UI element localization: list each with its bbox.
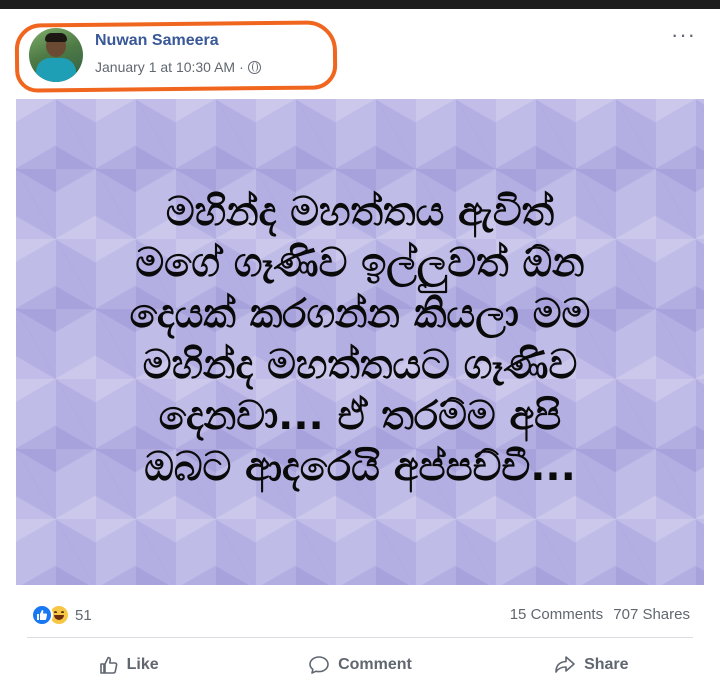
post-stats: 51 15 Comments 707 Shares [13, 591, 707, 635]
like-label: Like [126, 655, 159, 673]
divider [27, 637, 693, 638]
reaction-count: 51 [75, 606, 92, 624]
post-meta: January 1 at 10:30 AM · [95, 59, 261, 75]
globe-icon[interactable] [247, 60, 261, 74]
avatar-body [36, 58, 76, 82]
post-text-line: මගේ ගෑණිව ඉල්ලුවත් ඕන [135, 240, 585, 286]
post-text-line: මහින්ද මහත්තයට ගෑණිව [142, 342, 578, 388]
post-text-line: දෙනවා... ඒ තරම්ම අපි [158, 393, 562, 439]
post-image[interactable]: මහින්ද මහත්තය ඇවිත් මගේ ගෑණිව ඉල්ලුවත් ඕ… [16, 99, 704, 585]
post-actions: Like Comment Share [13, 640, 707, 689]
share-label: Share [584, 655, 629, 673]
screenshot-frame: Nuwan Sameera January 1 at 10:30 AM · ··… [0, 9, 720, 689]
share-icon [555, 655, 575, 673]
thumbs-up-icon [99, 656, 118, 674]
meta-separator: · [239, 59, 244, 75]
post-text-line: දෙයක් කරගන්න කියලා මම [129, 291, 591, 337]
post-text-line: මහින්ද මහත්තය ඇවිත් [165, 189, 555, 235]
post-image-text: මහින්ද මහත්තය ඇවිත් මගේ ගෑණිව ඉල්ලුවත් ඕ… [16, 187, 704, 493]
post-card: Nuwan Sameera January 1 at 10:30 AM · ··… [13, 9, 707, 689]
shares-count[interactable]: 707 Shares [613, 606, 690, 623]
engagement-counts: 15 Comments 707 Shares [510, 606, 690, 623]
post-text-line: ඔබට ආදරෙයි අප්පච්චී... [144, 444, 576, 490]
more-options-icon[interactable]: ··· [671, 24, 696, 46]
avatar[interactable] [29, 28, 83, 82]
author-name[interactable]: Nuwan Sameera [95, 32, 219, 50]
comment-button[interactable]: Comment [244, 640, 475, 689]
share-button[interactable]: Share [476, 640, 707, 689]
avatar-hair [45, 33, 67, 42]
post-header: Nuwan Sameera January 1 at 10:30 AM · ··… [13, 9, 707, 101]
post-timestamp[interactable]: January 1 at 10:30 AM [95, 59, 235, 75]
reaction-summary[interactable]: 51 [31, 604, 92, 626]
like-reaction-icon [31, 604, 53, 626]
comment-label: Comment [338, 655, 412, 673]
comments-count[interactable]: 15 Comments [510, 606, 603, 623]
like-button[interactable]: Like [13, 640, 244, 689]
comment-icon [309, 655, 329, 674]
